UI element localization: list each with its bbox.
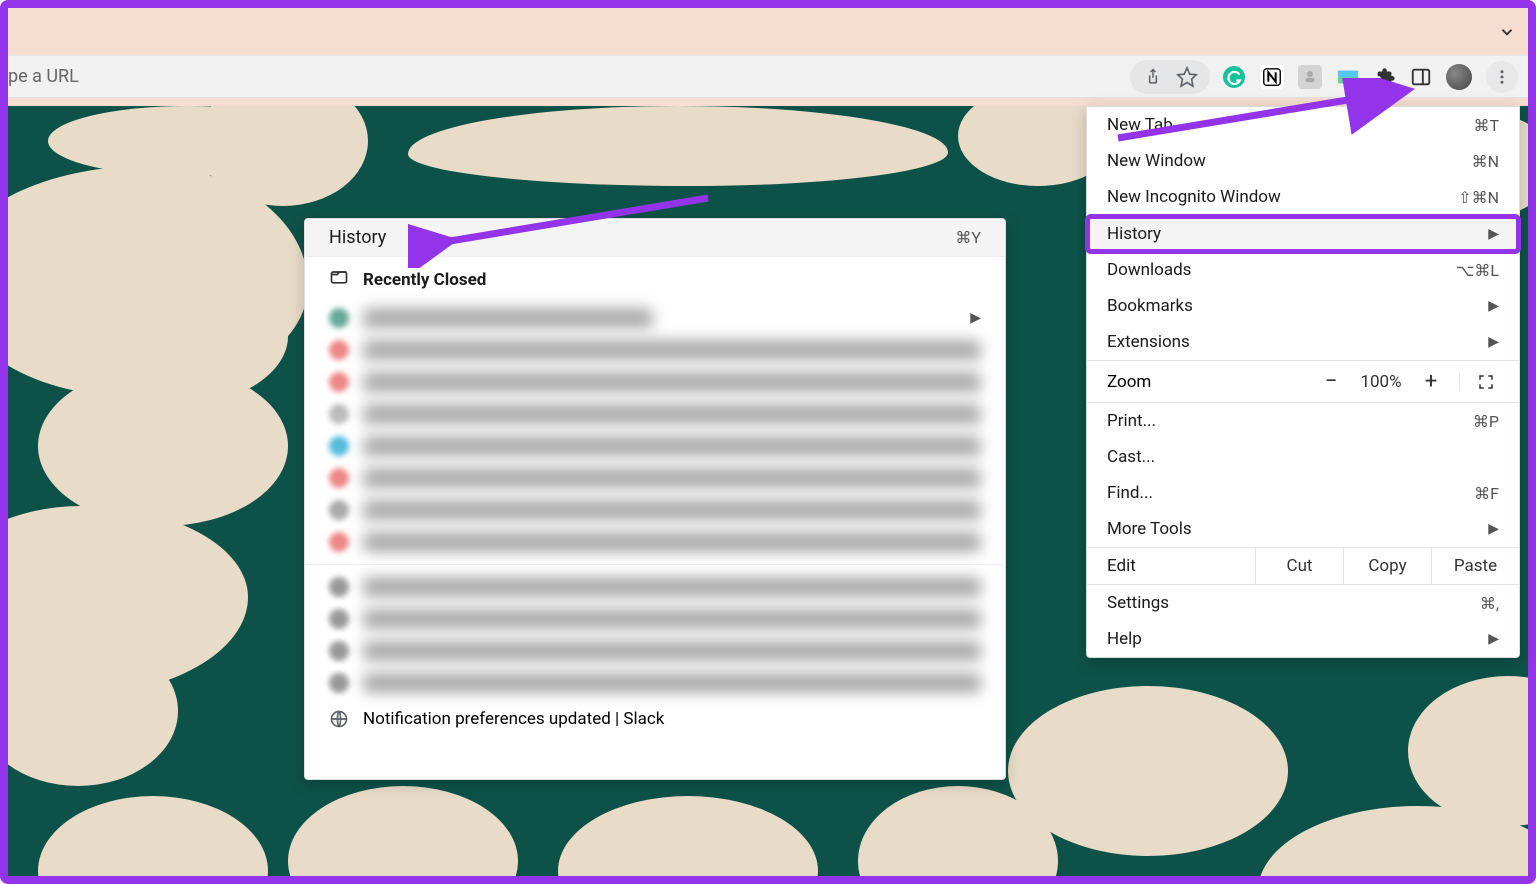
menu-bookmarks[interactable]: Bookmarks▶ xyxy=(1087,288,1519,324)
menu-cast[interactable]: Cast... xyxy=(1087,439,1519,475)
history-item[interactable]: ▶ xyxy=(305,302,1005,334)
history-item[interactable] xyxy=(305,398,1005,430)
copy-button[interactable]: Copy xyxy=(1343,548,1431,584)
address-bar xyxy=(8,56,1528,98)
recently-closed-header: Recently Closed xyxy=(305,257,1005,302)
history-submenu: History ⌘Y Recently Closed ▶ Notificatio… xyxy=(304,218,1006,780)
menu-more-tools[interactable]: More Tools▶ xyxy=(1087,511,1519,547)
history-item[interactable] xyxy=(305,462,1005,494)
notion-icon[interactable] xyxy=(1260,65,1284,89)
grammarly-icon[interactable] xyxy=(1222,65,1246,89)
more-menu-button[interactable] xyxy=(1486,61,1518,93)
history-item[interactable] xyxy=(305,603,1005,635)
menu-downloads[interactable]: Downloads⌥⌘L xyxy=(1087,252,1519,288)
menu-zoom-row: Zoom − 100% + xyxy=(1087,360,1519,403)
history-item[interactable] xyxy=(305,571,1005,603)
tab-strip xyxy=(8,8,1528,56)
share-icon[interactable] xyxy=(1142,66,1164,88)
menu-find[interactable]: Find...⌘F xyxy=(1087,475,1519,511)
recently-closed-label: Recently Closed xyxy=(363,270,486,290)
tab-icon xyxy=(329,267,349,292)
menu-incognito[interactable]: New Incognito Window⇧⌘N xyxy=(1087,179,1519,215)
menu-settings[interactable]: Settings⌘, xyxy=(1087,585,1519,621)
menu-history[interactable]: History▶ xyxy=(1087,216,1519,252)
extension-icons xyxy=(1222,61,1518,93)
profile-avatar[interactable] xyxy=(1446,64,1472,90)
history-item[interactable] xyxy=(305,667,1005,699)
zoom-out-button[interactable]: − xyxy=(1311,369,1351,394)
zoom-in-button[interactable]: + xyxy=(1411,369,1451,394)
zoom-label: Zoom xyxy=(1107,372,1151,392)
zoom-value: 100% xyxy=(1351,372,1411,392)
menu-new-tab[interactable]: New Tab⌘T xyxy=(1087,107,1519,143)
monday-icon[interactable] xyxy=(1336,65,1360,89)
cut-button[interactable]: Cut xyxy=(1255,548,1343,584)
history-title: History xyxy=(329,227,386,248)
url-actions-pill xyxy=(1130,60,1210,94)
chrome-main-menu: New Tab⌘T New Window⌘N New Incognito Win… xyxy=(1086,106,1520,658)
menu-help[interactable]: Help▶ xyxy=(1087,621,1519,657)
menu-new-window[interactable]: New Window⌘N xyxy=(1087,143,1519,179)
menu-edit-row: Edit Cut Copy Paste xyxy=(1087,547,1519,585)
sidepanel-icon[interactable] xyxy=(1410,66,1432,88)
history-last-label: Notification preferences updated | Slack xyxy=(363,709,664,729)
url-input[interactable] xyxy=(8,66,1130,87)
history-item[interactable] xyxy=(305,494,1005,526)
history-item[interactable] xyxy=(305,366,1005,398)
fullscreen-icon[interactable] xyxy=(1459,373,1499,391)
submenu-history-item[interactable]: History ⌘Y xyxy=(305,219,1005,257)
paste-button[interactable]: Paste xyxy=(1431,548,1519,584)
history-item[interactable] xyxy=(305,430,1005,462)
menu-print[interactable]: Print...⌘P xyxy=(1087,403,1519,439)
edit-label: Edit xyxy=(1087,548,1255,584)
menu-extensions[interactable]: Extensions▶ xyxy=(1087,324,1519,360)
history-item[interactable] xyxy=(305,334,1005,366)
history-item[interactable] xyxy=(305,526,1005,558)
chevron-down-icon[interactable] xyxy=(1498,23,1516,41)
annotated-frame: History ⌘Y Recently Closed ▶ Notificatio… xyxy=(0,0,1536,884)
history-shortcut: ⌘Y xyxy=(955,228,981,247)
star-icon[interactable] xyxy=(1176,66,1198,88)
history-item-slack[interactable]: Notification preferences updated | Slack xyxy=(305,699,1005,739)
extension-grey-icon[interactable] xyxy=(1298,65,1322,89)
extensions-puzzle-icon[interactable] xyxy=(1374,66,1396,88)
history-item[interactable] xyxy=(305,635,1005,667)
